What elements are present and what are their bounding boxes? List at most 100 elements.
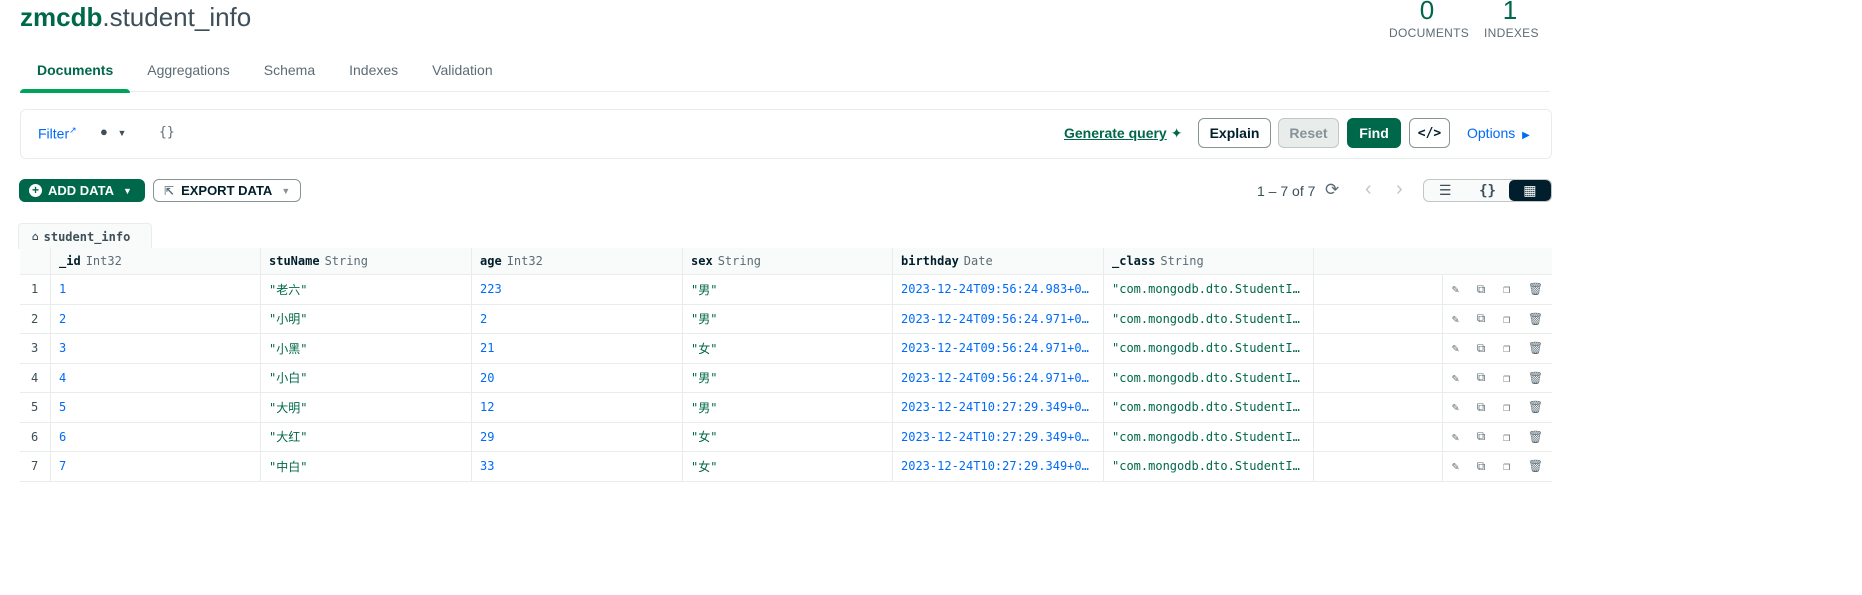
table-row[interactable]: 6 6 "大红" 29 "女" 2023-12-24T10:27:29.349+… [20, 422, 1552, 452]
json-view-icon[interactable]: {} [1466, 180, 1508, 201]
generate-query-button[interactable]: Generate query ✦ [1064, 125, 1182, 142]
table-row[interactable]: 2 2 "小明" 2 "男" 2023-12-24T09:56:24.971+0… [20, 304, 1552, 334]
refresh-icon[interactable]: ⟳ [1325, 180, 1339, 200]
column-header-birthday[interactable]: birthday Date [893, 248, 1104, 274]
cell-id[interactable]: 2 [51, 304, 261, 333]
cell-sex[interactable]: "女" [683, 452, 893, 481]
cell-birthday[interactable]: 2023-12-24T09:56:24.971+0… [893, 334, 1104, 363]
trash-icon[interactable]: 🗑 [1528, 341, 1543, 355]
cell-stuname[interactable]: "小明" [261, 304, 472, 333]
cell-id[interactable]: 6 [51, 422, 261, 451]
pencil-icon[interactable]: ✎ [1452, 459, 1459, 473]
cell-sex[interactable]: "男" [683, 304, 893, 333]
cell-birthday[interactable]: 2023-12-24T10:27:29.349+0… [893, 452, 1104, 481]
tab-indexes[interactable]: Indexes [332, 58, 415, 91]
column-header-id[interactable]: _id Int32 [51, 248, 261, 274]
clone-icon[interactable]: ❐ [1503, 400, 1510, 414]
explain-button[interactable]: Explain [1198, 118, 1271, 148]
tab-documents[interactable]: Documents [20, 58, 131, 93]
clone-icon[interactable]: ❐ [1503, 312, 1510, 326]
query-history-button[interactable]: ● ▼ [100, 124, 126, 139]
trash-icon[interactable]: 🗑 [1528, 400, 1543, 414]
cell-sex[interactable]: "女" [683, 422, 893, 451]
copy-icon[interactable]: ⧉ [1477, 400, 1486, 415]
cell-class[interactable]: "com.mongodb.dto.StudentI… [1104, 452, 1314, 481]
cell-class[interactable]: "com.mongodb.dto.StudentI… [1104, 363, 1314, 392]
cell-class[interactable]: "com.mongodb.dto.StudentI… [1104, 393, 1314, 422]
clone-icon[interactable]: ❐ [1503, 371, 1510, 385]
copy-icon[interactable]: ⧉ [1477, 282, 1486, 297]
previous-page-icon[interactable]: ‹ [1365, 178, 1372, 201]
copy-icon[interactable]: ⧉ [1477, 429, 1486, 444]
cell-sex[interactable]: "男" [683, 393, 893, 422]
cell-stuname[interactable]: "中白" [261, 452, 472, 481]
cell-birthday[interactable]: 2023-12-24T09:56:24.971+0… [893, 363, 1104, 392]
table-row[interactable]: 7 7 "中白" 33 "女" 2023-12-24T10:27:29.349+… [20, 452, 1552, 482]
add-data-button[interactable]: + ADD DATA ▼ [19, 179, 145, 202]
table-row[interactable]: 5 5 "大明" 12 "男" 2023-12-24T10:27:29.349+… [20, 393, 1552, 423]
cell-birthday[interactable]: 2023-12-24T09:56:24.971+0… [893, 304, 1104, 333]
copy-icon[interactable]: ⧉ [1477, 459, 1486, 474]
cell-id[interactable]: 7 [51, 452, 261, 481]
table-row[interactable]: 1 1 "老六" 223 "男" 2023-12-24T09:56:24.983… [20, 275, 1552, 305]
cell-id[interactable]: 3 [51, 334, 261, 363]
trash-icon[interactable]: 🗑 [1528, 282, 1543, 296]
copy-icon[interactable]: ⧉ [1477, 370, 1486, 385]
clone-icon[interactable]: ❐ [1503, 459, 1510, 473]
tab-aggregations[interactable]: Aggregations [130, 58, 247, 91]
table-view-icon[interactable]: ▦ [1508, 180, 1551, 201]
cell-age[interactable]: 2 [472, 304, 683, 333]
cell-birthday[interactable]: 2023-12-24T10:27:29.349+0… [893, 422, 1104, 451]
cell-birthday[interactable]: 2023-12-24T10:27:29.349+0… [893, 393, 1104, 422]
trash-icon[interactable]: 🗑 [1528, 459, 1543, 473]
pencil-icon[interactable]: ✎ [1452, 312, 1459, 326]
options-toggle[interactable]: Options ▶ [1467, 125, 1530, 141]
column-header-class[interactable]: _class String [1104, 248, 1314, 274]
column-header-sex[interactable]: sex String [683, 248, 893, 274]
list-view-icon[interactable]: ☰ [1424, 180, 1466, 201]
pencil-icon[interactable]: ✎ [1452, 430, 1459, 444]
cell-class[interactable]: "com.mongodb.dto.StudentI… [1104, 334, 1314, 363]
export-data-button[interactable]: ⇱ EXPORT DATA ▼ [153, 179, 301, 202]
table-row[interactable]: 4 4 "小白" 20 "男" 2023-12-24T09:56:24.971+… [20, 363, 1552, 393]
cell-age[interactable]: 223 [472, 275, 683, 304]
cell-sex[interactable]: "男" [683, 363, 893, 392]
filter-input[interactable]: {} [159, 125, 175, 140]
cell-age[interactable]: 29 [472, 422, 683, 451]
cell-age[interactable]: 33 [472, 452, 683, 481]
cell-id[interactable]: 5 [51, 393, 261, 422]
pencil-icon[interactable]: ✎ [1452, 341, 1459, 355]
cell-age[interactable]: 12 [472, 393, 683, 422]
cell-class[interactable]: "com.mongodb.dto.StudentI… [1104, 422, 1314, 451]
cell-stuname[interactable]: "大红" [261, 422, 472, 451]
pencil-icon[interactable]: ✎ [1452, 282, 1459, 296]
clone-icon[interactable]: ❐ [1503, 341, 1510, 355]
breadcrumb[interactable]: ⌂ student_info [18, 223, 152, 249]
table-row[interactable]: 3 3 "小黑" 21 "女" 2023-12-24T09:56:24.971+… [20, 334, 1552, 364]
cell-sex[interactable]: "女" [683, 334, 893, 363]
cell-class[interactable]: "com.mongodb.dto.StudentI… [1104, 275, 1314, 304]
pencil-icon[interactable]: ✎ [1452, 371, 1459, 385]
tab-validation[interactable]: Validation [415, 58, 509, 91]
cell-class[interactable]: "com.mongodb.dto.StudentI… [1104, 304, 1314, 333]
copy-icon[interactable]: ⧉ [1477, 341, 1486, 356]
pencil-icon[interactable]: ✎ [1452, 400, 1459, 414]
trash-icon[interactable]: 🗑 [1528, 430, 1543, 444]
cell-stuname[interactable]: "小白" [261, 363, 472, 392]
cell-stuname[interactable]: "小黑" [261, 334, 472, 363]
find-button[interactable]: Find [1347, 118, 1401, 148]
cell-stuname[interactable]: "大明" [261, 393, 472, 422]
code-view-button[interactable]: </> [1409, 118, 1450, 148]
cell-age[interactable]: 20 [472, 363, 683, 392]
filter-link[interactable]: Filter↗ [38, 125, 77, 142]
column-header-stuname[interactable]: stuName String [261, 248, 472, 274]
cell-sex[interactable]: "男" [683, 275, 893, 304]
copy-icon[interactable]: ⧉ [1477, 311, 1486, 326]
column-header-age[interactable]: age Int32 [472, 248, 683, 274]
clone-icon[interactable]: ❐ [1503, 430, 1510, 444]
cell-stuname[interactable]: "老六" [261, 275, 472, 304]
trash-icon[interactable]: 🗑 [1528, 312, 1543, 326]
clone-icon[interactable]: ❐ [1503, 282, 1510, 296]
cell-birthday[interactable]: 2023-12-24T09:56:24.983+0… [893, 275, 1104, 304]
cell-id[interactable]: 1 [51, 275, 261, 304]
